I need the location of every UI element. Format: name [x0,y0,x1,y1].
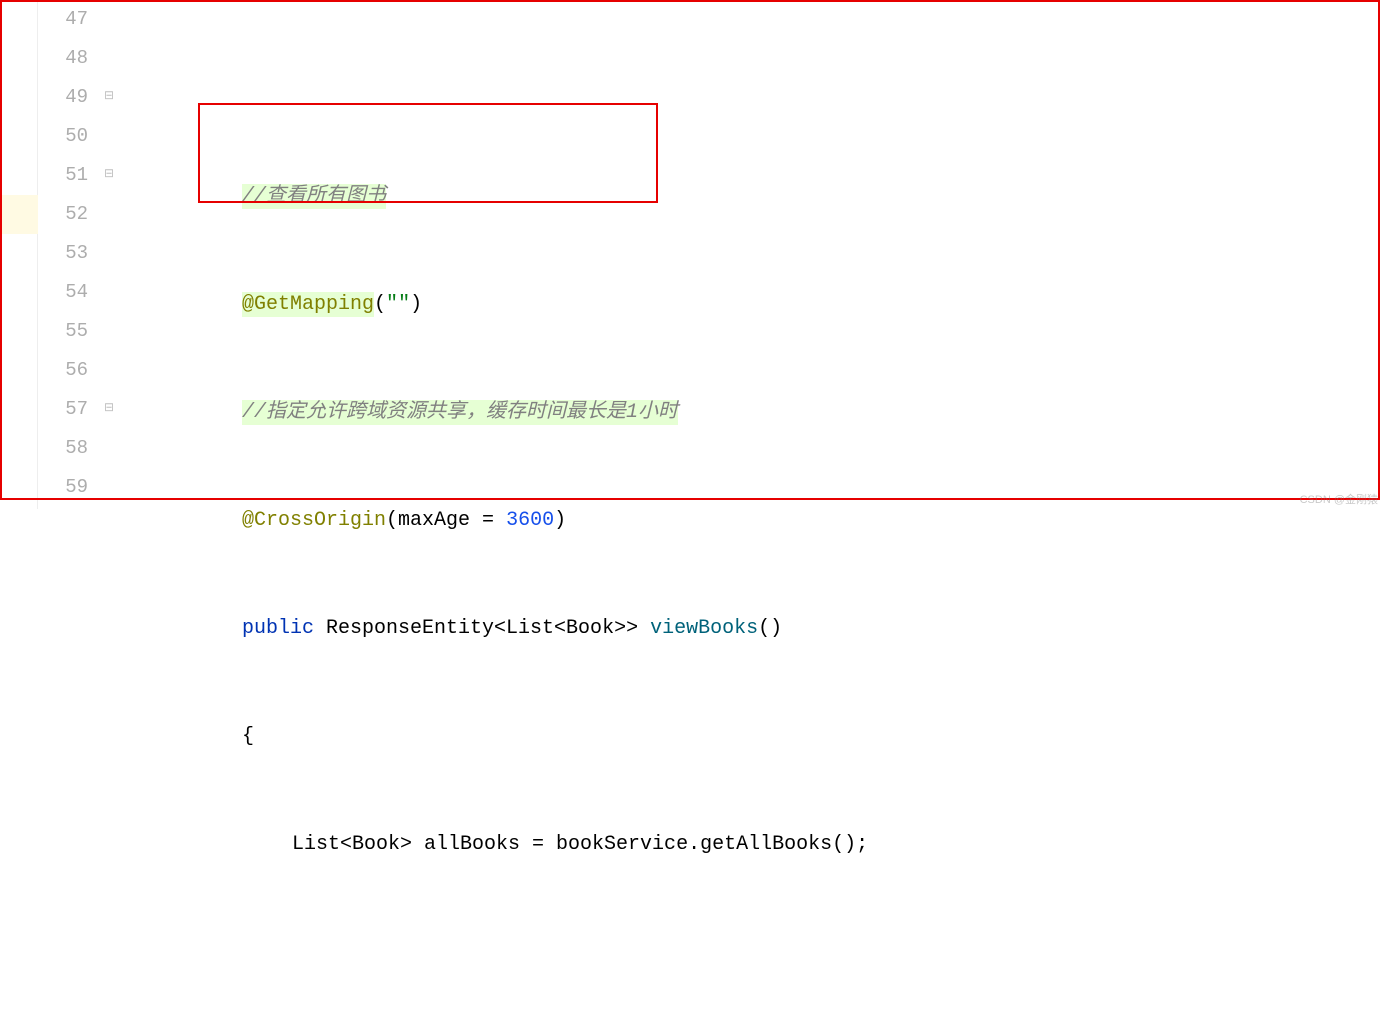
line-number: 50 [38,117,88,156]
code-line[interactable] [142,933,1386,972]
fold-toggle-icon[interactable]: ⊟ [102,90,116,104]
code-line[interactable]: //查看所有图书 [142,177,1386,216]
watermark-text: CSDN @金刚猿 [1300,491,1378,507]
code-line[interactable]: //指定允许跨域资源共享，缓存时间最长是1小时 [142,393,1386,432]
fold-toggle-icon[interactable]: ⊟ [102,168,116,182]
breakpoint-gutter[interactable] [0,0,38,509]
line-number: 48 [38,39,88,78]
line-number: 49 [38,78,88,117]
fold-gutter[interactable]: ⊟ ⊟ ⊟ [98,0,122,509]
line-number-gutter: 47 48 49 50 51 52 53 54 55 56 57 58 59 [38,0,98,509]
current-line-highlight [0,195,38,234]
comment: //指定允许跨域资源共享，缓存时间最长是1小时 [242,400,678,425]
fold-toggle-icon[interactable]: ⊟ [102,402,116,416]
line-number: 55 [38,312,88,351]
line-number: 53 [38,234,88,273]
comment: //查看所有图书 [242,184,386,209]
line-number: 58 [38,429,88,468]
annotation: @CrossOrigin [242,509,386,532]
line-number: 52 [38,195,88,234]
annotation: @GetMapping [242,292,374,317]
line-number: 54 [38,273,88,312]
code-line[interactable]: @CrossOrigin(maxAge = 3600) [142,501,1386,540]
method-name: viewBooks [650,617,758,640]
code-editor[interactable]: 47 48 49 50 51 52 53 54 55 56 57 58 59 ⊟… [0,0,1386,509]
line-number: 59 [38,468,88,507]
line-number: 51 [38,156,88,195]
line-number: 56 [38,351,88,390]
line-number: 57 [38,390,88,429]
line-number: 47 [38,0,88,39]
code-line[interactable]: List<Book> allBooks = bookService.getAll… [142,825,1386,864]
code-text-area[interactable]: //查看所有图书 @GetMapping("") //指定允许跨域资源共享，缓存… [122,0,1386,509]
code-line[interactable]: { [142,717,1386,756]
code-line[interactable]: @GetMapping("") [142,285,1386,324]
code-line[interactable]: public ResponseEntity<List<Book>> viewBo… [142,609,1386,648]
code-line[interactable] [142,69,1386,108]
